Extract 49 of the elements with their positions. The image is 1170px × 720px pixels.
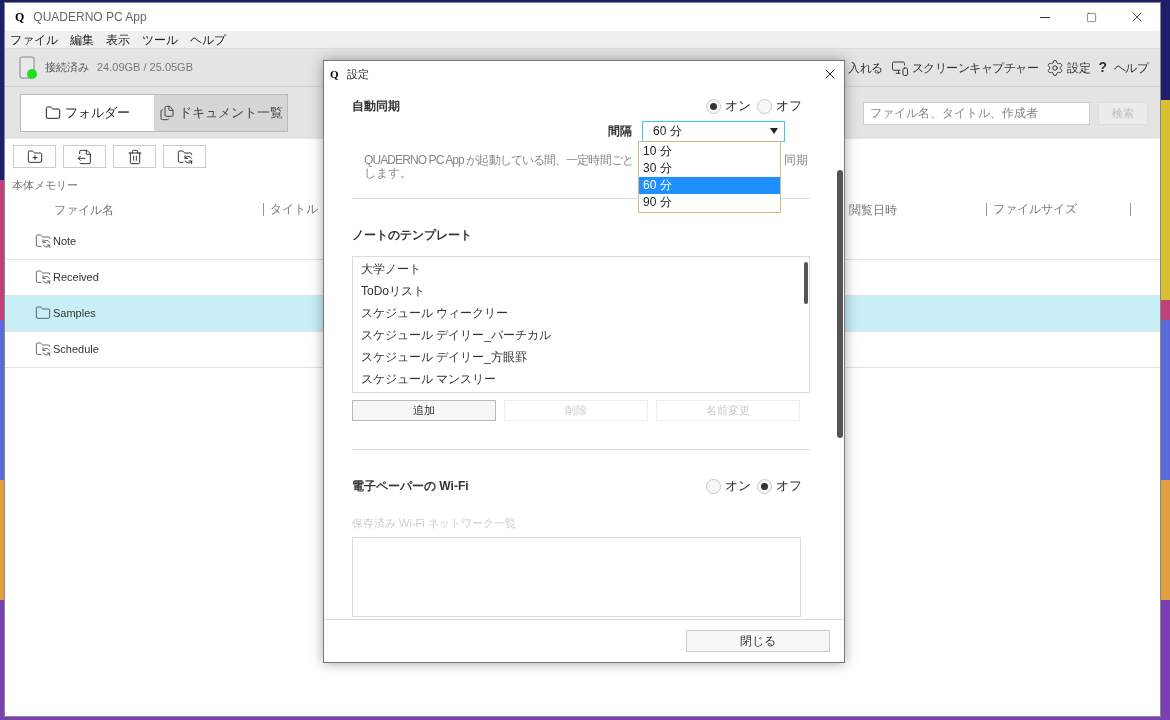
toolbar-button[interactable]: ? ヘルプ (1098, 57, 1148, 78)
dialog-title: 設定 (346, 66, 369, 82)
folder-name: Received (53, 269, 99, 285)
app-logo: Q (330, 66, 339, 82)
app-logo: Q (15, 9, 25, 26)
window-title: QUADERNO PC App (33, 9, 147, 26)
interval-label: 間隔 (608, 123, 632, 140)
template-item[interactable]: スケジュール ウィークリー (353, 302, 809, 324)
template-item[interactable]: スケジュール デイリー_バーチカル (353, 324, 809, 346)
connection-status: 接続済み (45, 60, 89, 76)
view-tab[interactable]: フォルダー (21, 95, 154, 131)
radio-option[interactable]: オフ (757, 476, 802, 496)
dropdown-option[interactable]: 30 分 (639, 160, 780, 177)
close-dialog-button[interactable]: 閉じる (686, 630, 830, 652)
search-field[interactable]: ファイル名、タイトル、作成者 (863, 101, 1090, 125)
template-item[interactable]: スケジュール マンスリー (353, 368, 809, 390)
description-text: します。 (364, 167, 412, 180)
column-header[interactable]: 閲覧日時 (849, 200, 986, 219)
radio-option[interactable]: オン (706, 476, 751, 496)
storage-usage: 24.09GB / 25.05GB (97, 60, 193, 76)
template-item[interactable]: ToDoリスト (353, 280, 809, 302)
radio-option[interactable]: オン (706, 96, 751, 116)
template-button[interactable]: 追加 (352, 400, 496, 421)
menu-item[interactable]: 編集 (70, 30, 94, 49)
menu-item[interactable]: ヘルプ (190, 30, 226, 49)
menu-item[interactable]: ツール (142, 30, 178, 49)
folder-name: Schedule (53, 341, 99, 357)
section-title: 電子ペーパーの Wi-Fi (352, 478, 469, 495)
menu-item[interactable]: 表示 (106, 30, 130, 49)
description-text: QUADERNO PC App が起動している間、一定時間ごと (364, 154, 633, 167)
toolbar-button[interactable]: 設定 (1046, 58, 1091, 77)
description-text: 同期 (784, 154, 808, 167)
template-item[interactable]: スケジュール デイリー_方眼罫 (353, 346, 809, 368)
view-tab[interactable]: ドキュメント一覧 (154, 95, 287, 131)
folder-name: Note (53, 233, 77, 249)
toolbar-button[interactable]: スクリーンキャプチャー (890, 58, 1039, 77)
storage-label: 本体メモリー (12, 178, 78, 193)
template-item[interactable]: 大学ノート (353, 258, 809, 280)
section-title: ノートのテンプレート (352, 227, 472, 244)
toolbar-button[interactable]: 入れる (848, 58, 883, 77)
dropdown-option[interactable]: 10 分 (639, 143, 780, 160)
column-header[interactable]: ファイルサイズ (986, 203, 1131, 216)
dropdown-option[interactable]: 90 分 (639, 194, 780, 211)
folder-name: Samples (53, 305, 96, 321)
help-icon: ? (1098, 57, 1107, 78)
section-title: 自動同期 (352, 98, 400, 115)
menu-item[interactable]: ファイル (10, 30, 58, 49)
radio-option[interactable]: オフ (757, 96, 802, 116)
column-header[interactable]: ファイル名 (5, 200, 263, 219)
